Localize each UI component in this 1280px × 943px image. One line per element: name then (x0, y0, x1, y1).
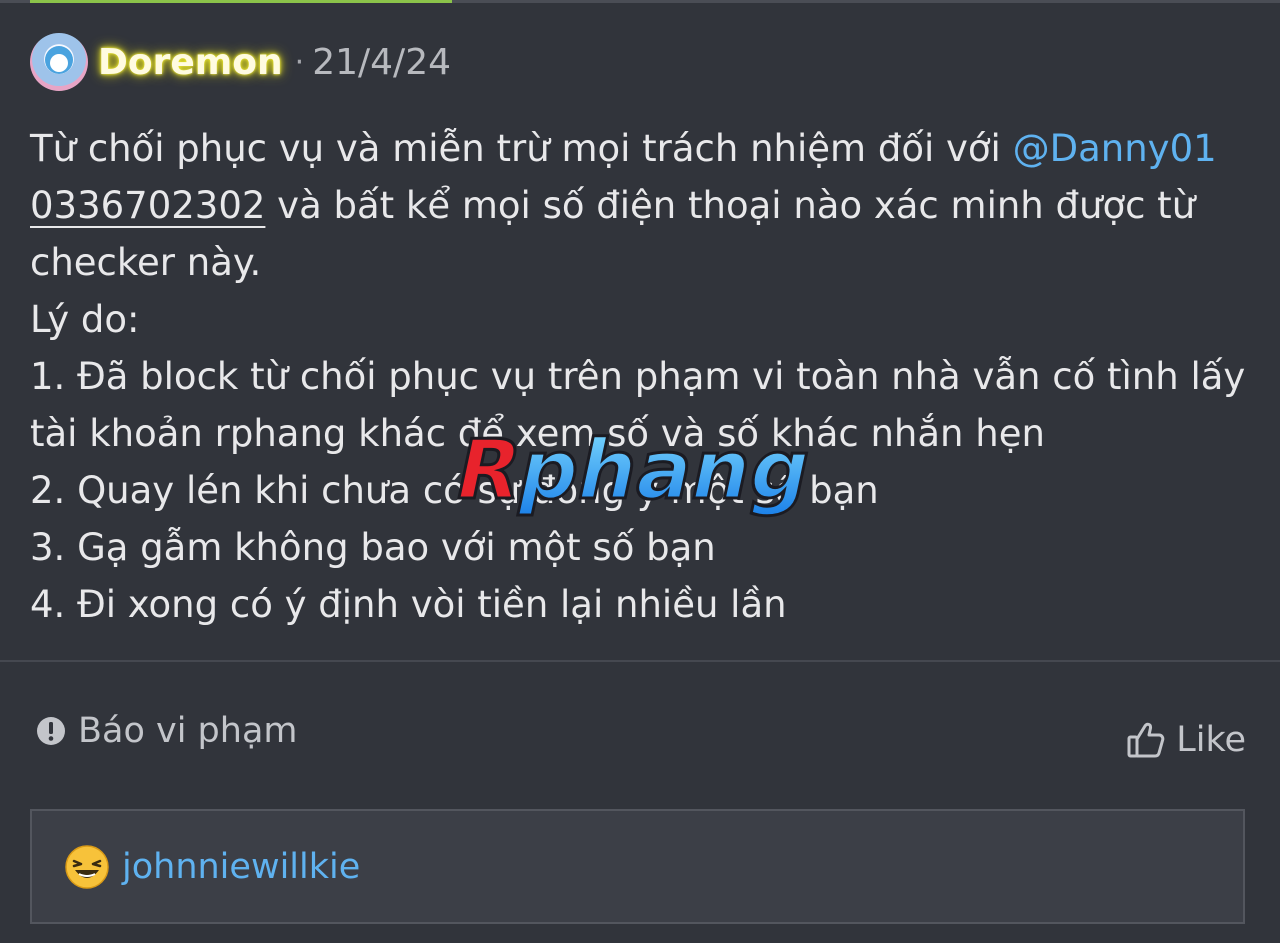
like-button[interactable]: Like (1126, 715, 1246, 765)
message-line: checker này. (30, 241, 262, 284)
mention-link[interactable]: @Danny01 (1013, 127, 1217, 170)
author-username[interactable]: Doremon (98, 42, 283, 83)
exclamation-circle-icon (36, 716, 66, 746)
message-line: 3. Gạ gẫm không bao với một số bạn (30, 526, 716, 569)
message-line: 4. Đi xong có ý định vòi tiền lại nhiều … (30, 583, 787, 626)
message-line: 0336702302 và bất kể mọi số điện thoại n… (30, 177, 1255, 234)
thumbs-up-icon (1126, 720, 1166, 760)
message-text: Từ chối phục vụ và miễn trừ mọi trách nh… (30, 127, 1013, 170)
message-line: Lý do: (30, 298, 140, 341)
watermark-letter-r: Rphang (448, 422, 820, 518)
like-label: Like (1176, 720, 1246, 760)
top-progress-bar-accent (30, 0, 452, 3)
top-progress-bar (0, 0, 1280, 3)
avatar-image (45, 46, 73, 74)
post-message: Từ chối phục vụ và miễn trừ mọi trách nh… (30, 120, 1255, 633)
message-line: Từ chối phục vụ và miễn trừ mọi trách nh… (30, 120, 1255, 177)
liked-by-user-link[interactable]: johnniewillkie (122, 847, 360, 887)
avatar[interactable] (30, 33, 88, 91)
message-line: 1. Đã block từ chối phục vụ trên phạm vi… (30, 355, 1246, 398)
laughing-emoji-icon (65, 844, 109, 889)
message-text: và bất kể mọi số điện thoại nào xác minh… (265, 184, 1196, 227)
report-label: Báo vi phạm (78, 711, 298, 751)
rphang-watermark-logo: Rphang (448, 420, 822, 519)
likes-summary: johnniewillkie (30, 809, 1245, 924)
divider (0, 660, 1280, 662)
post-date[interactable]: 21/4/24 (312, 42, 451, 83)
separator-dot: · (294, 44, 305, 80)
post-header: Doremon · 21/4/24 (30, 33, 451, 91)
report-button[interactable]: Báo vi phạm (36, 706, 298, 756)
phone-link[interactable]: 0336702302 (30, 184, 265, 227)
